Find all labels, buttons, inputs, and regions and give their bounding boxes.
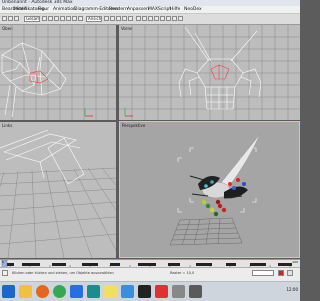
app-icon[interactable] [155, 285, 168, 298]
spinner-snap-icon[interactable] [128, 16, 133, 21]
media-icon[interactable] [70, 285, 83, 298]
firefox-icon[interactable] [36, 285, 49, 298]
viewport-front-canvas [119, 25, 300, 120]
menu-item-help[interactable]: Hilfe [170, 6, 180, 13]
windows-start-icon[interactable] [2, 285, 15, 298]
render-icon[interactable] [178, 16, 183, 21]
selection-filter-dropdown[interactable]: Gesamt [24, 16, 40, 22]
chrome-icon[interactable] [53, 285, 66, 298]
redo-icon[interactable] [8, 16, 13, 21]
schematic-view-icon[interactable] [160, 16, 165, 21]
menu-item-neodex[interactable]: NeoDex [184, 6, 202, 13]
material-editor-icon[interactable] [166, 16, 171, 21]
move-icon[interactable] [66, 16, 71, 21]
layer-icon[interactable] [148, 16, 153, 21]
select-by-name-icon[interactable] [48, 16, 53, 21]
menu-item-maxscript[interactable]: MAXScript [148, 6, 171, 13]
viewport-left[interactable]: Links [0, 122, 116, 258]
frame-end-label: 100 [292, 260, 298, 264]
menu-item-render[interactable]: Rendern [109, 6, 128, 13]
menu-item-animation[interactable]: Animation [53, 6, 76, 13]
align-icon[interactable] [142, 16, 147, 21]
viewport-left-canvas [0, 129, 116, 258]
angle-snap-icon[interactable] [116, 16, 121, 21]
viewport-top-canvas [0, 25, 116, 120]
auto-key-button[interactable] [278, 270, 284, 276]
file-explorer-icon[interactable] [19, 285, 32, 298]
select-object-icon[interactable] [42, 16, 47, 21]
viewport-front[interactable]: Vorne [119, 25, 300, 120]
frame-start-label: 0 [2, 260, 4, 264]
percent-snap-icon[interactable] [122, 16, 127, 21]
render-setup-icon[interactable] [172, 16, 177, 21]
curve-editor-icon[interactable] [154, 16, 159, 21]
frame-field[interactable] [252, 270, 274, 276]
undo-icon[interactable] [2, 16, 7, 21]
main-toolbar: Gesamt Ansicht [0, 14, 300, 25]
app-icon[interactable] [189, 285, 202, 298]
scale-icon[interactable] [78, 16, 83, 21]
3dsmax-icon[interactable] [87, 285, 100, 298]
app-icon[interactable] [104, 285, 117, 298]
mirror-icon[interactable] [136, 16, 141, 21]
status-hint: Klicken oder klicken und ziehen, um Obje… [12, 271, 114, 275]
window-crossing-icon[interactable] [60, 16, 65, 21]
link-icon[interactable] [14, 16, 19, 21]
app-icon[interactable] [121, 285, 134, 298]
status-bar: Klicken oder klicken und ziehen, um Obje… [0, 267, 300, 281]
rotate-icon[interactable] [72, 16, 77, 21]
reference-coordinate-dropdown[interactable]: Ansicht [86, 16, 102, 22]
app-icon[interactable] [172, 285, 185, 298]
viewport-top[interactable]: Oben [0, 25, 116, 120]
taskbar-clock: 12:00 [286, 287, 298, 292]
menu-bar: Bearbeiten Modifikatoren Figur Animation… [0, 6, 300, 14]
pivot-icon[interactable] [104, 16, 109, 21]
viewport-perspective-canvas [169, 133, 261, 246]
rectangular-selection-icon[interactable] [54, 16, 59, 21]
viewport-perspective[interactable]: Perspektive [119, 121, 300, 258]
grid-size-label: Raster = 10,0 [170, 271, 195, 275]
play-button[interactable] [287, 270, 293, 276]
taskbar: 12:00 [0, 281, 300, 301]
app-icon[interactable] [138, 285, 151, 298]
snap-toggle-icon[interactable] [110, 16, 115, 21]
menu-item-figure[interactable]: Figur [38, 6, 49, 13]
menu-item-customize[interactable]: Anpassen [127, 6, 149, 13]
maxscript-listener-icon[interactable] [2, 270, 8, 276]
